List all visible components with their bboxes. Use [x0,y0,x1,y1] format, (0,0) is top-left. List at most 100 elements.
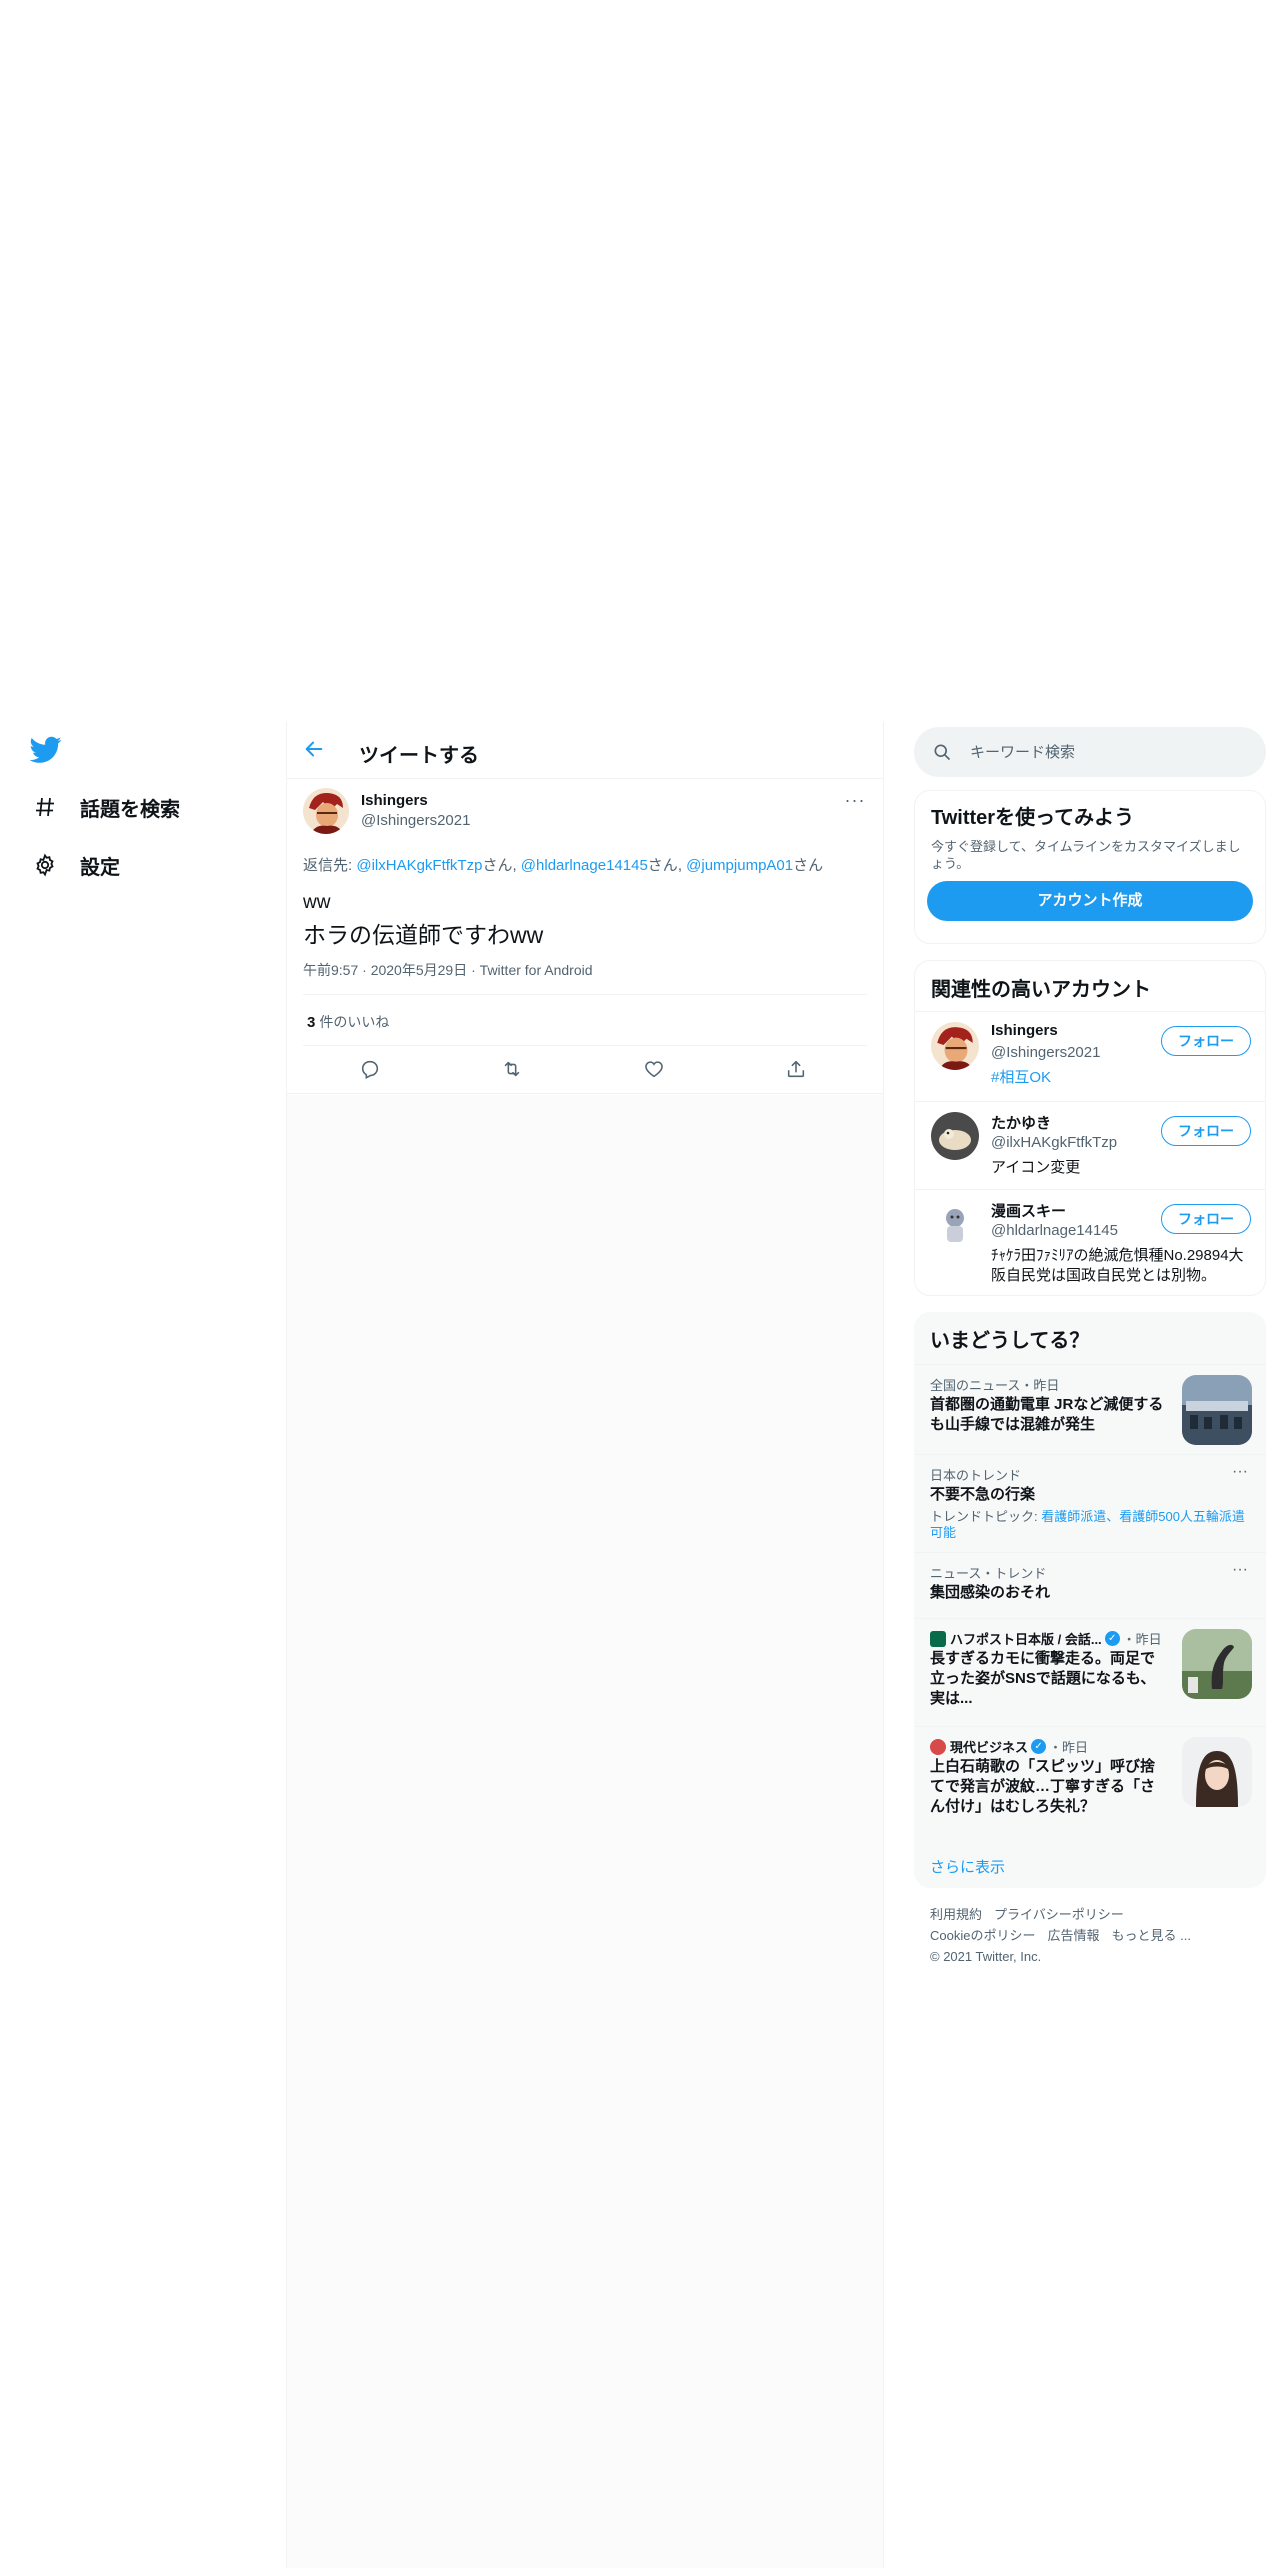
like-label: 件のいいね [319,1014,390,1030]
gendai-logo-icon [930,1738,946,1755]
account-row[interactable]: たかゆき @ilxHAKgkFtfkTzp アイコン変更 フォロー [915,1101,1265,1189]
related-accounts-card: 関連性の高いアカウント Ishingers @Ishingers2021 #相互… [914,960,1266,1296]
trend-item[interactable]: 現代ビジネス ✓ ・昨日 上白石萌歌の「スピッツ」呼び捨てで発言が波紋…丁寧すぎ… [914,1726,1266,1836]
likes-count-link[interactable]: 3 件のいいね [307,1012,389,1032]
author-handle[interactable]: @Ishingers2021 [361,812,470,829]
trend-source: 現代ビジネス ✓ ・昨日 [930,1737,1088,1756]
huffpost-logo-icon [930,1630,946,1647]
search-box[interactable] [914,727,1266,777]
nav-item-label: 話題を検索 [80,798,180,821]
trends-card: いまどうしてる？ 全国のニュース・昨日 首都圏の通勤電車 JRなど減便するも山手… [914,1312,1266,1888]
gear-icon [32,852,58,878]
account-name: Ishingers [991,1022,1058,1039]
trend-item[interactable]: ハフポスト日本版 / 会話... ✓ ・昨日 長すぎるカモに衝撃走る。両足で立っ… [914,1618,1266,1726]
trend-time: ・昨日 [1122,1632,1162,1647]
reply-suffix: さん [482,857,513,874]
footer-link[interactable]: もっと見る ... [1111,1928,1190,1943]
trend-title: 首都圏の通勤電車 JRなど減便するも山手線では混雑が発生 [930,1396,1164,1433]
show-more-link[interactable]: さらに表示 [930,1856,1005,1877]
footer-link[interactable]: Cookieのポリシー [930,1928,1035,1943]
trend-title: 長すぎるカモに衝撃走る。両足で立った姿がSNSで話題になるも、実は... [930,1650,1156,1707]
more-options-icon[interactable]: ··· [1228,1561,1252,1579]
account-handle: @Ishingers2021 [991,1044,1101,1061]
share-icon[interactable] [785,1058,811,1084]
avatar [931,1112,979,1160]
like-heart-icon[interactable] [643,1058,669,1084]
account-bio: #相互OK [991,1068,1253,1088]
account-row[interactable]: Ishingers @Ishingers2021 #相互OK フォロー [915,1011,1265,1101]
follow-button[interactable]: フォロー [1161,1026,1251,1056]
trend-item[interactable]: 日本のトレンド 不要不急の行楽 トレンドトピック: 看護師派遣、看護師500人五… [914,1454,1266,1552]
reply-to-line: 返信先: @ilxHAKgkFtfkTzpさん, @hldarlnage1414… [303,854,823,875]
create-account-button[interactable]: アカウント作成 [927,881,1253,921]
account-name: たかゆき [991,1115,1052,1132]
back-arrow-icon[interactable] [303,738,329,764]
reply-user-link[interactable]: @ilxHAKgkFtfkTzp [356,857,482,874]
tweet-time[interactable]: 午前9:57 [303,962,358,978]
reply-separator: , [512,857,521,874]
like-count: 3 [307,1014,316,1031]
divider [287,1093,883,1094]
more-options-icon[interactable]: ··· [843,790,867,810]
tweet-text-line: ww [303,892,331,913]
search-icon [932,742,952,762]
reply-user-link[interactable]: @jumpjumpA01 [686,857,793,874]
follow-button[interactable]: フォロー [1161,1204,1251,1234]
trend-context: 全国のニュース・昨日 [930,1378,1060,1393]
reply-icon[interactable] [359,1058,385,1084]
account-bio: アイコン変更 [991,1159,1081,1176]
hashtag-link[interactable]: #相互OK [991,1069,1051,1086]
trend-context: ニュース・トレンド [930,1566,1047,1581]
avatar[interactable] [303,788,349,834]
hashtag-icon [32,794,58,820]
avatar [931,1022,979,1070]
more-options-icon[interactable]: ··· [1228,1463,1252,1481]
footer-link[interactable]: 利用規約 [930,1907,982,1922]
account-bio: ﾁｬｹﾗ田ﾌｧﾐﾘｱの絶滅危惧種No.29894大阪自民党は国政自民党とは別物。 [991,1247,1244,1284]
trend-item[interactable]: ニュース・トレンド 集団感染のおそれ ··· [914,1552,1266,1618]
trend-thumbnail [1182,1629,1252,1699]
verified-badge-icon: ✓ [1031,1739,1047,1754]
signup-card: Twitterを使ってみよう 今すぐ登録して、タイムラインをカスタマイズしましょ… [914,790,1266,944]
trends-title: いまどうしてる？ [930,1330,1090,1352]
account-name: 漫画スキー [991,1203,1067,1220]
nav-item-label: 設定 [80,856,120,879]
tweet-text-line: ホラの伝道師ですわww [303,922,544,948]
retweet-icon[interactable] [501,1058,527,1084]
signup-subtitle: 今すぐ登録して、タイムラインをカスタマイズしましょう。 [931,839,1241,871]
main-column: ツイートする Ishingers @Ishingers2021 ··· 返信先:… [286,722,884,2568]
avatar [931,1200,979,1248]
search-input[interactable] [970,727,1250,777]
reply-suffix: さん [647,857,678,874]
trend-item[interactable]: 全国のニュース・昨日 首都圏の通勤電車 JRなど減便するも山手線では混雑が発生 [914,1364,1266,1454]
account-handle: @hldarlnage14145 [991,1222,1118,1239]
page-title: ツイートする [359,745,479,767]
trend-time: ・昨日 [1049,1740,1089,1755]
divider [303,994,867,995]
author-name[interactable]: Ishingers [361,792,428,809]
reply-to-prefix: 返信先: [303,857,357,874]
trend-context: 日本のトレンド [930,1468,1022,1483]
signup-title: Twitterを使ってみよう [931,807,1135,829]
nav-item-explore[interactable]: 話題を検索 [32,787,180,827]
trend-title: 集団感染のおそれ [930,1584,1051,1601]
tweet-meta: 午前9:57 · 2020年5月29日 · Twitter for Androi… [303,962,593,978]
account-row[interactable]: 漫画スキー @hldarlnage14145 ﾁｬｹﾗ田ﾌｧﾐﾘｱの絶滅危惧種N… [915,1189,1265,1295]
tweet-date[interactable]: 2020年5月29日 [371,962,468,978]
trend-source-name: ハフポスト日本版 / 会話... [950,1632,1102,1647]
tweet-source[interactable]: Twitter for Android [480,962,593,978]
nav-item-settings[interactable]: 設定 [32,845,120,885]
reply-user-link[interactable]: @hldarlnage14145 [521,857,648,874]
follow-button[interactable]: フォロー [1161,1116,1251,1146]
trend-thumbnail [1182,1375,1252,1445]
verified-badge-icon: ✓ [1104,1631,1120,1646]
trend-source: ハフポスト日本版 / 会話... ✓ ・昨日 [930,1629,1162,1648]
twitter-logo-icon[interactable] [29,736,62,764]
reply-suffix: さん [793,857,824,874]
copyright: © 2021 Twitter, Inc. [930,1949,1042,1964]
footer-link[interactable]: 広告情報 [1047,1928,1099,1943]
tweet-actions [287,1046,883,1093]
related-accounts-title: 関連性の高いアカウント [931,979,1151,1001]
footer-link[interactable]: プライバシーポリシー [994,1907,1124,1922]
page-header: ツイートする [287,722,883,779]
